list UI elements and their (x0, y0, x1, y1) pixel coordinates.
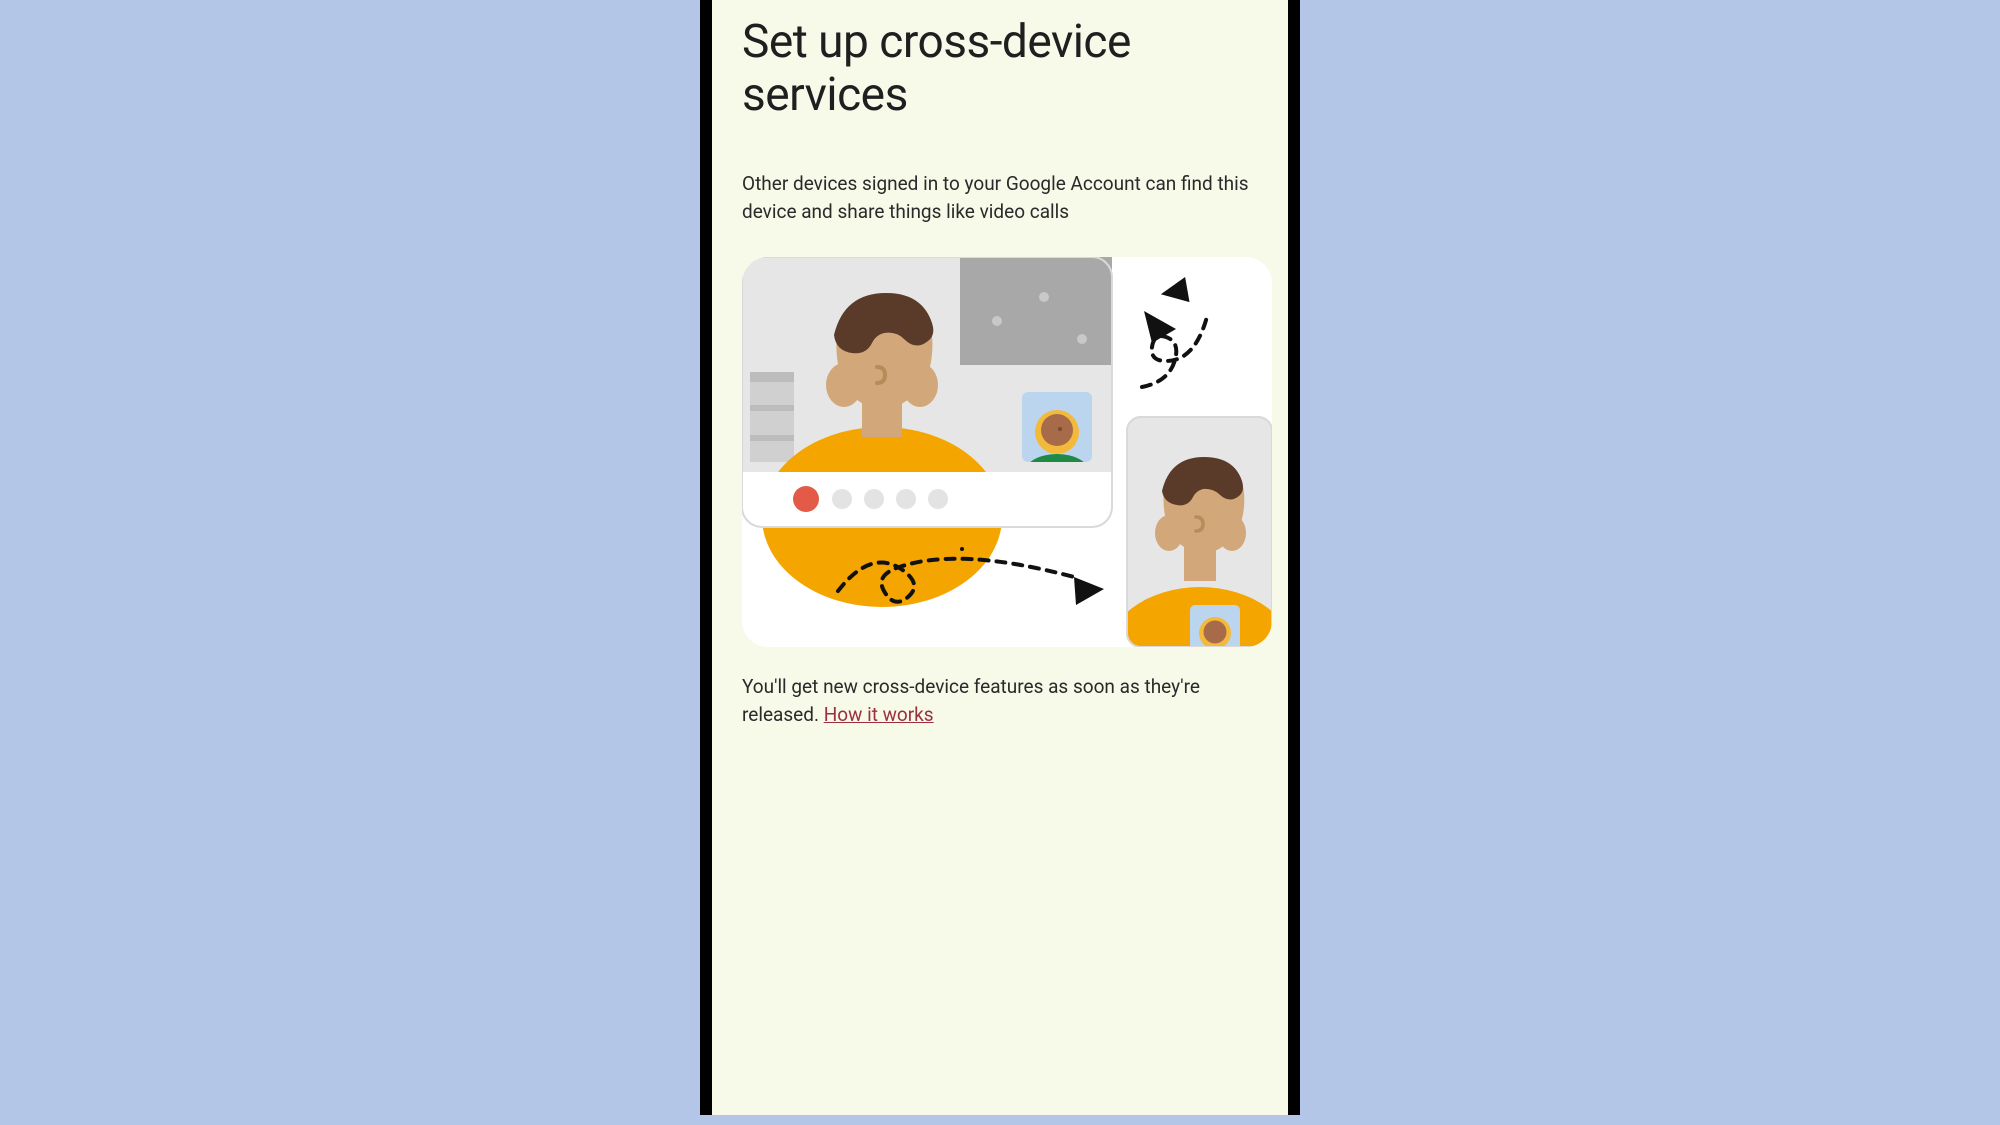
how-it-works-link[interactable]: How it works (824, 703, 934, 726)
cross-device-illustration (742, 257, 1272, 647)
phone-frame: Set up cross-device services Other devic… (700, 0, 1300, 1115)
page-title: Set up cross-device services (742, 16, 1258, 122)
page-description: Other devices signed in to your Google A… (742, 170, 1258, 227)
footer-text: You'll get new cross-device features as … (742, 673, 1258, 730)
setup-screen: Set up cross-device services Other devic… (712, 0, 1288, 1115)
footer-prefix: You'll get new cross-device features as … (742, 675, 1200, 727)
phone-window-icon (1105, 417, 1272, 647)
